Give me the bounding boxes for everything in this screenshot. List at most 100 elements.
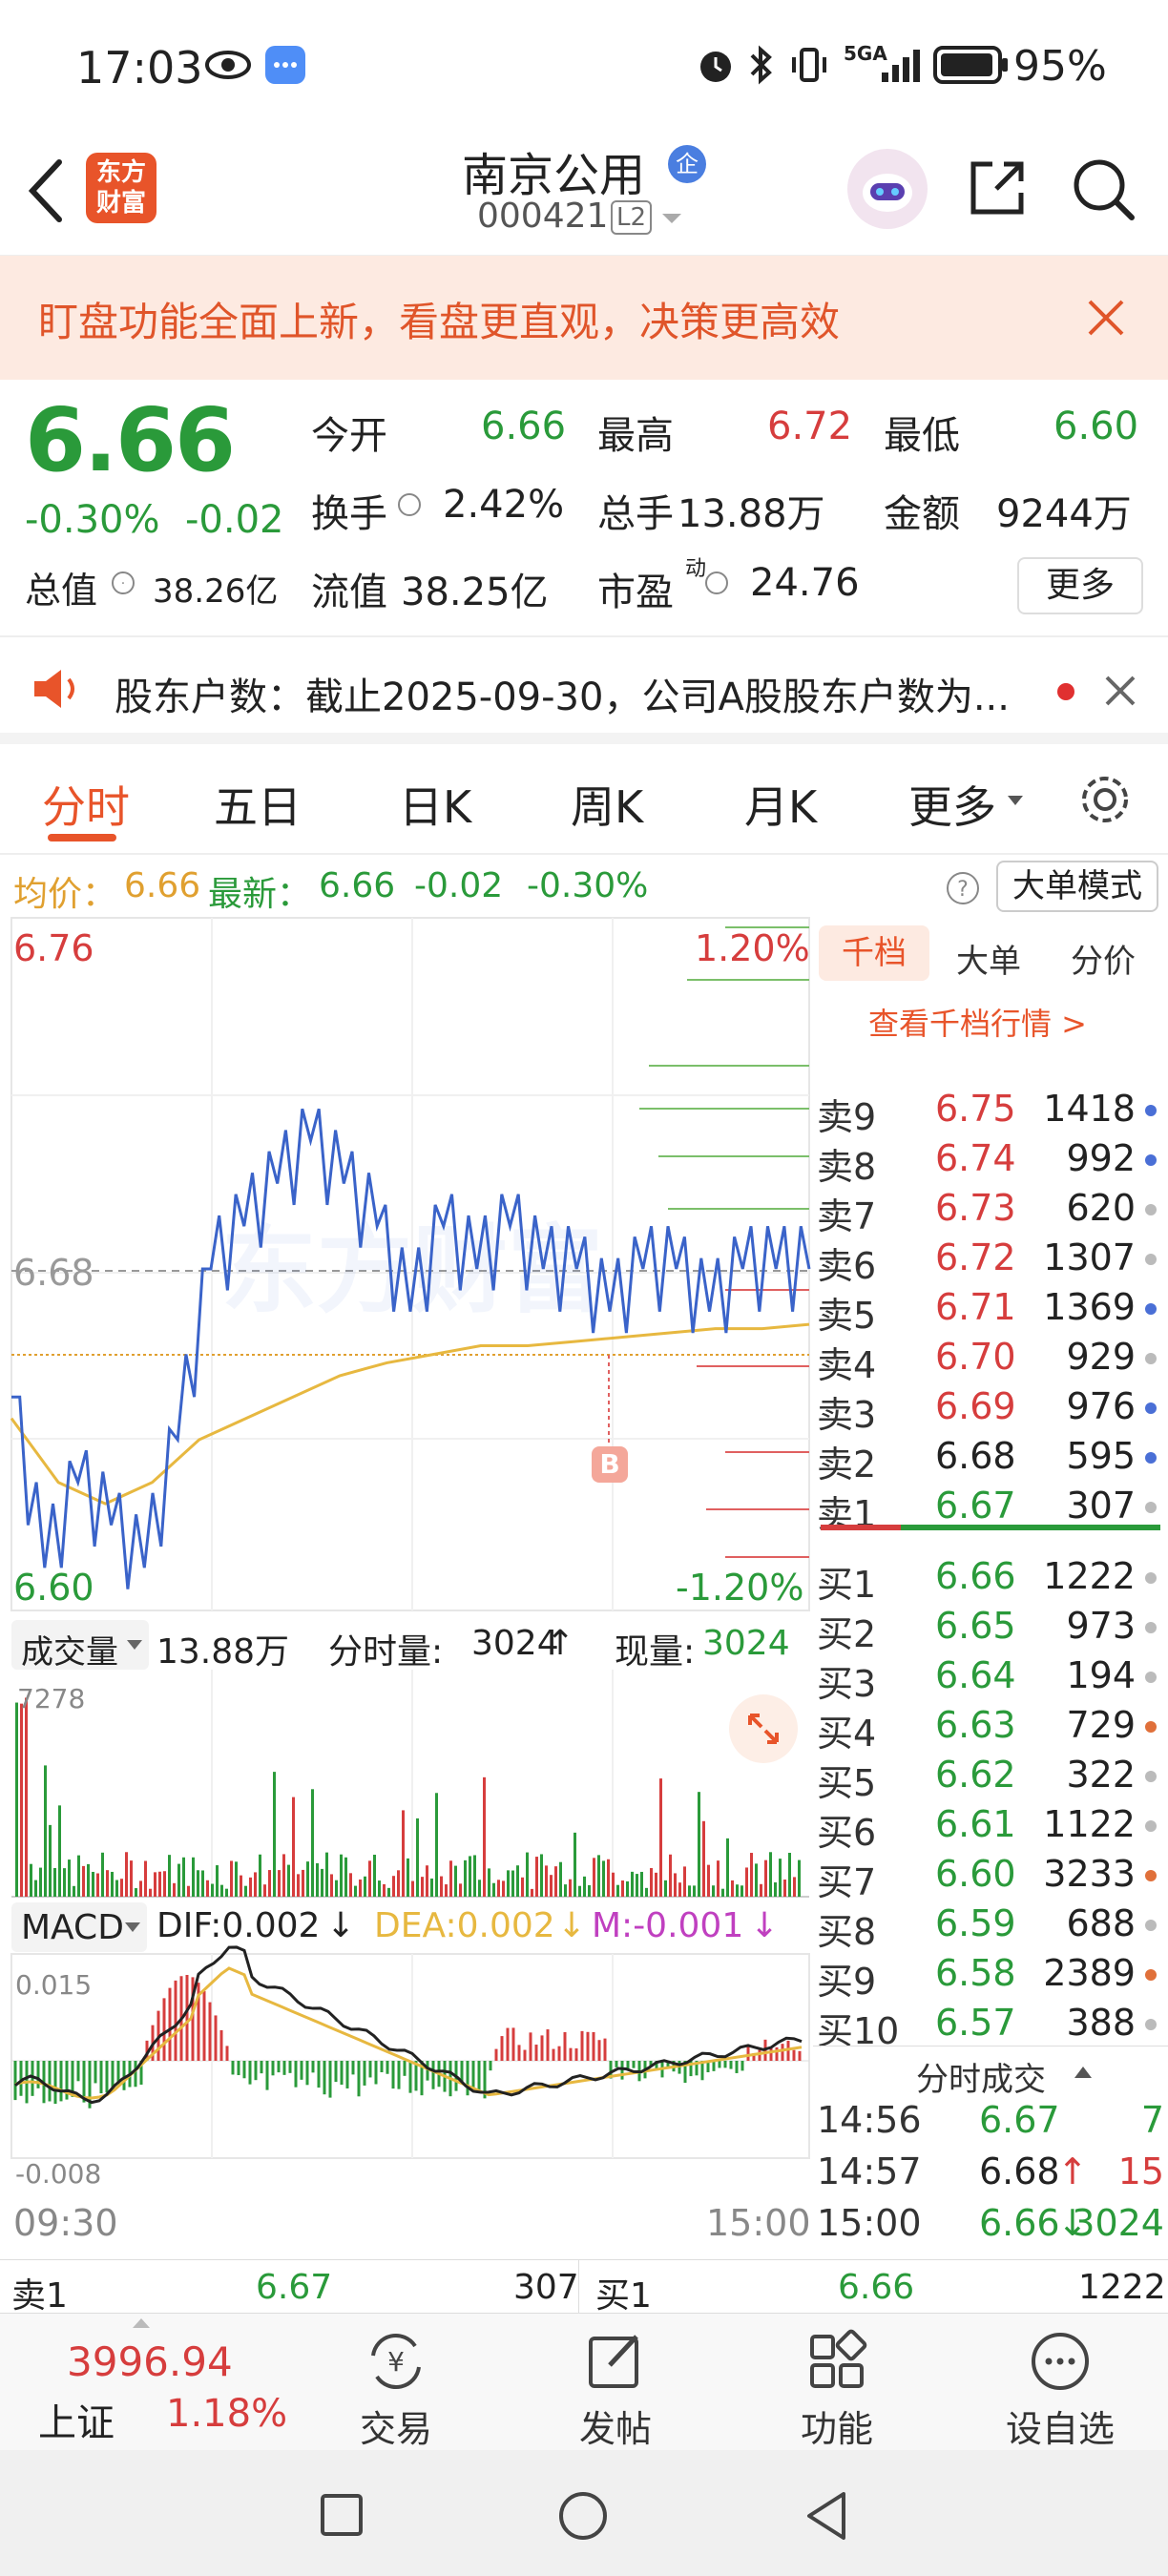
brand-logo-line1: 东方	[95, 158, 146, 187]
tab-price-distribution[interactable]: 分价	[1071, 935, 1136, 982]
home-icon[interactable]	[557, 2490, 609, 2542]
volume-bar	[550, 1875, 553, 1897]
index-widget[interactable]: 3996.94 上证 1.18%	[0, 2314, 315, 2451]
macd-selector[interactable]: MACD	[11, 1902, 147, 1952]
sell-label: 卖7	[817, 1195, 877, 1237]
tab-weekly-k[interactable]: 周K	[571, 773, 643, 836]
sell-row[interactable]: 卖5 6.71 1369	[813, 1284, 1168, 1337]
help-icon[interactable]: ?	[945, 870, 981, 906]
settings-icon[interactable]	[1076, 771, 1134, 828]
buy-label: 买4	[817, 1713, 877, 1755]
brand-logo[interactable]: 东方 财富	[86, 153, 156, 223]
buy-row[interactable]: 买3 6.64 194	[813, 1652, 1168, 1705]
volume-bar	[297, 1874, 300, 1897]
back-icon[interactable]	[23, 156, 69, 225]
recents-icon[interactable]	[319, 2492, 365, 2538]
brand-logo-line2: 财富	[95, 189, 146, 218]
sell-row[interactable]: 卖6 6.72 1307	[813, 1235, 1168, 1287]
buy-marker[interactable]: B	[592, 1446, 628, 1483]
avg-value: 6.66	[124, 866, 201, 905]
close-icon[interactable]	[1103, 674, 1137, 708]
back-nav-icon[interactable]	[803, 2490, 849, 2542]
volume-bar	[216, 1865, 219, 1897]
ai-assistant-icon[interactable]	[847, 149, 928, 229]
tab-big-orders[interactable]: 大单	[956, 935, 1021, 982]
buy-row[interactable]: 买4 6.63 729	[813, 1702, 1168, 1755]
volume-bar	[387, 1887, 390, 1897]
buy-row[interactable]: 买5 6.62 322	[813, 1752, 1168, 1804]
level2-badge[interactable]: L2	[611, 200, 653, 235]
sell-price: 6.73	[935, 1187, 1016, 1229]
buy-row[interactable]: 买9 6.58 2389	[813, 1950, 1168, 2003]
notice-bar[interactable]: 股东户数：截止2025-09-30，公司A股股东户数为...	[0, 637, 1168, 744]
sell-label: 卖5	[817, 1295, 877, 1337]
status-dot	[1145, 1572, 1157, 1584]
caret-up-icon[interactable]	[1073, 2065, 1094, 2080]
volume-bar	[249, 1877, 252, 1897]
index-value: 3996.94	[67, 2338, 233, 2385]
share-icon[interactable]	[964, 155, 1031, 221]
more-button[interactable]: 更多	[1017, 557, 1143, 614]
tab-daily-k[interactable]: 日K	[399, 773, 471, 836]
trades-title[interactable]: 分时成交	[916, 2053, 1046, 2100]
info-icon[interactable]	[397, 492, 422, 517]
volume-label: 总手	[597, 492, 674, 536]
sell-row[interactable]: 卖9 6.75 1418	[813, 1086, 1168, 1138]
volume-bar	[235, 1861, 238, 1897]
trade-row: 15:00 6.66 ↓ 3024	[813, 2200, 1168, 2250]
buy-row[interactable]: 买8 6.59 688	[813, 1901, 1168, 1953]
sell-row[interactable]: 卖7 6.73 620	[813, 1185, 1168, 1237]
volume-bar	[559, 1861, 562, 1897]
change-amount: -0.02	[185, 498, 284, 542]
sell-row[interactable]: 卖8 6.74 992	[813, 1135, 1168, 1188]
amount-value: 9244万	[996, 492, 1132, 536]
nav-add-watchlist[interactable]: 设自选	[989, 2323, 1132, 2452]
sell-row[interactable]: 卖4 6.70 929	[813, 1334, 1168, 1386]
tab-indicator	[48, 834, 116, 841]
volume-total: 13.88万	[156, 1632, 290, 1672]
buy-volume: 729	[1066, 1704, 1136, 1746]
tab-thousand-levels[interactable]: 千档	[819, 925, 929, 981]
volume-bar	[378, 1880, 381, 1897]
pct-bottom-label: -1.20%	[676, 1567, 804, 1609]
buy-row[interactable]: 买6 6.61 1122	[813, 1801, 1168, 1854]
volume-bar	[440, 1876, 443, 1897]
nav-functions[interactable]: 功能	[765, 2323, 908, 2452]
chevron-down-icon[interactable]	[660, 212, 683, 227]
close-icon[interactable]	[1086, 298, 1126, 338]
feature-banner[interactable]: 盯盘功能全面上新，看盘更直观，决策更高效	[0, 256, 1168, 380]
buy-row[interactable]: 买2 6.65 973	[813, 1603, 1168, 1655]
status-dot	[1145, 1303, 1157, 1315]
nav-post[interactable]: 发帖	[544, 2323, 687, 2452]
volume-bar	[769, 1852, 772, 1897]
expand-button[interactable]	[729, 1694, 798, 1763]
volume-bar	[135, 1888, 137, 1897]
search-icon[interactable]	[1069, 155, 1137, 223]
big-order-mode-button[interactable]: 大单模式	[996, 861, 1158, 912]
tab-intraday[interactable]: 分时	[42, 773, 130, 836]
low-label: 最低	[884, 414, 960, 458]
volume-bar	[330, 1874, 333, 1897]
sell-row[interactable]: 卖3 6.69 976	[813, 1383, 1168, 1436]
volume-bar	[435, 1793, 438, 1897]
intraday-chart[interactable]: 6.76 6.68 6.60 1.20% -1.20% 东方财富 B 成交量 1…	[0, 916, 813, 2259]
time-end: 15:00	[706, 2202, 811, 2244]
dropdown-icon[interactable]	[1006, 794, 1025, 807]
volume-bar	[63, 1868, 66, 1897]
info-icon[interactable]	[704, 571, 729, 595]
tab-monthly-k[interactable]: 月K	[744, 773, 817, 836]
bottom-buy-price: 6.66	[838, 2268, 915, 2307]
trade-price: 6.67	[979, 2099, 1060, 2141]
view-levels-link[interactable]: 查看千档行情 >	[868, 1000, 1087, 1044]
sell-row[interactable]: 卖2 6.68 595	[813, 1433, 1168, 1485]
sell-volume: 929	[1066, 1336, 1136, 1378]
buy-row[interactable]: 买7 6.60 3233	[813, 1851, 1168, 1903]
volume-selector[interactable]: 成交量	[11, 1620, 149, 1672]
tab-five-day[interactable]: 五日	[214, 773, 302, 836]
nav-trade[interactable]: ¥ 交易	[324, 2323, 468, 2452]
buy-row[interactable]: 买1 6.66 1222	[813, 1553, 1168, 1606]
buy-row[interactable]: 买10 6.57 388	[813, 2000, 1168, 2052]
tab-more[interactable]: 更多	[908, 773, 996, 836]
volume-bar	[473, 1855, 476, 1897]
info-icon[interactable]: ·	[111, 571, 136, 595]
